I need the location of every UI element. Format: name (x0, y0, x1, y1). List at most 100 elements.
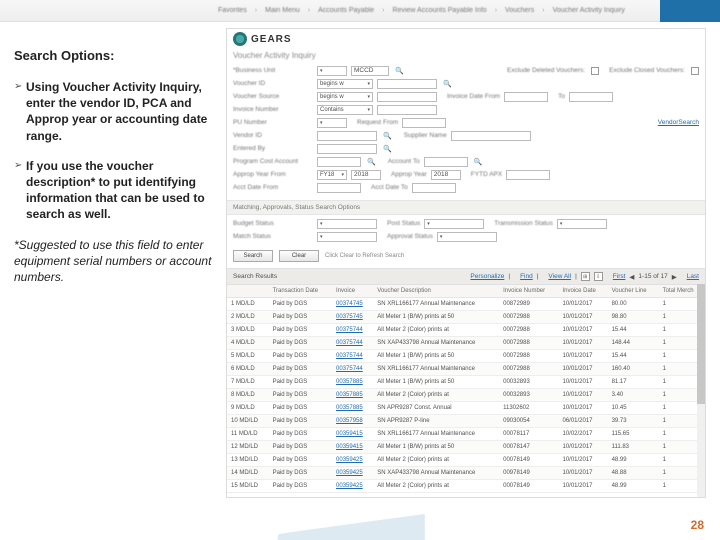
table-row[interactable]: 2 MD/LDPaid by DGS00375745All Meter 1 (B… (227, 311, 705, 324)
table-row[interactable]: 4 MD/LDPaid by DGS00375744SN XAP433798 A… (227, 337, 705, 350)
col-header[interactable]: Invoice Date (558, 285, 607, 298)
crumb[interactable]: Vouchers (505, 7, 534, 14)
business-unit-value[interactable]: MCCD (351, 66, 389, 76)
table-row[interactable]: 9 MD/LDPaid by DGS00357885SN APR9287 Con… (227, 402, 705, 415)
search-icon[interactable]: 🔍 (443, 80, 452, 88)
fytd-apx-input[interactable] (506, 170, 550, 180)
voucher-id-input[interactable] (377, 79, 437, 89)
exclude-deleted-checkbox[interactable] (591, 67, 599, 75)
table-cell: 00072988 (499, 350, 558, 363)
scroll-thumb[interactable] (697, 284, 705, 404)
table-row[interactable]: 7 MD/LDPaid by DGS00357885All Meter 1 (B… (227, 376, 705, 389)
invoice-number-op[interactable]: Contains▾ (317, 105, 373, 115)
table-cell[interactable]: 00357885 (332, 389, 373, 402)
pu-number-select[interactable]: ▾ (317, 118, 347, 128)
table-cell[interactable]: 00359425 (332, 467, 373, 480)
table-cell: 3.40 (608, 389, 659, 402)
exclude-closed-checkbox[interactable] (691, 67, 699, 75)
table-cell: SN XAP433798 Annual Maintenance (373, 467, 499, 480)
col-header[interactable]: Invoice (332, 285, 373, 298)
table-cell[interactable]: 00359415 (332, 428, 373, 441)
voucher-source-op[interactable]: begins w▾ (317, 92, 373, 102)
table-row[interactable]: 14 MD/LDPaid by DGS00359425SN XAP433798 … (227, 467, 705, 480)
transmission-status-select[interactable]: ▾ (557, 219, 607, 229)
table-cell: 10/01/2017 (558, 467, 607, 480)
crumb[interactable]: Voucher Activity Inquiry (553, 7, 625, 14)
table-cell[interactable]: 00375744 (332, 324, 373, 337)
find-link[interactable]: Find (520, 273, 533, 280)
col-header[interactable]: Voucher Line (608, 285, 659, 298)
table-row[interactable]: 5 MD/LDPaid by DGS00375744All Meter 1 (B… (227, 350, 705, 363)
last-link[interactable]: Last (687, 273, 699, 280)
search-button[interactable]: Search (233, 250, 273, 262)
post-status-select[interactable]: ▾ (424, 219, 484, 229)
export-icon[interactable]: ⇩ (594, 272, 603, 281)
table-cell[interactable]: 00357885 (332, 376, 373, 389)
label-invoice-number: Invoice Number (233, 106, 313, 113)
invoice-date-to-input[interactable] (569, 92, 613, 102)
voucher-source-input[interactable] (377, 92, 437, 102)
table-cell[interactable]: 00375744 (332, 337, 373, 350)
table-row[interactable]: 15 MD/LDPaid by DGS00359425All Meter 2 (… (227, 480, 705, 493)
crumb[interactable]: Main Menu (265, 7, 300, 14)
approp-from-select[interactable]: FY18▾ (317, 170, 347, 180)
table-row[interactable]: 1 MD/LDPaid by DGS00374745SN XRL166177 A… (227, 298, 705, 311)
table-row[interactable]: 13 MD/LDPaid by DGS00359425All Meter 2 (… (227, 454, 705, 467)
invoice-number-input[interactable] (377, 105, 437, 115)
section-matching-status[interactable]: Matching, Approvals, Status Search Optio… (227, 200, 705, 215)
search-icon[interactable]: 🔍 (383, 132, 392, 140)
vendor-search-link[interactable]: VendorSearch (658, 119, 699, 126)
col-header[interactable] (227, 285, 269, 298)
table-cell[interactable]: 00359425 (332, 480, 373, 493)
budget-status-select[interactable]: ▾ (317, 219, 377, 229)
match-status-select[interactable]: ▾ (317, 232, 377, 242)
search-icon[interactable]: 🔍 (474, 158, 483, 166)
request-from-input[interactable] (402, 118, 446, 128)
account-to-input[interactable] (424, 157, 468, 167)
approp-to-value[interactable]: 2018 (431, 170, 461, 180)
table-cell[interactable]: 00375744 (332, 350, 373, 363)
table-row[interactable]: 6 MD/LDPaid by DGS00375744SN XRL166177 A… (227, 363, 705, 376)
table-cell[interactable]: 00375744 (332, 363, 373, 376)
crumb[interactable]: Review Accounts Payable Info (393, 7, 487, 14)
supplier-name-input[interactable] (451, 131, 531, 141)
vendor-id-input[interactable] (317, 131, 377, 141)
view-all-link[interactable]: View All (548, 273, 571, 280)
crumb[interactable]: Favorites (218, 7, 247, 14)
table-cell[interactable]: 00357885 (332, 402, 373, 415)
grid-icon[interactable]: ⊞ (581, 272, 590, 281)
table-cell[interactable]: 00357958 (332, 415, 373, 428)
search-icon[interactable]: 🔍 (383, 145, 392, 153)
invoice-date-from-input[interactable] (504, 92, 548, 102)
table-row[interactable]: 3 MD/LDPaid by DGS00375744All Meter 2 (C… (227, 324, 705, 337)
business-unit-select[interactable]: ▾ (317, 66, 347, 76)
results-table: Transaction DateInvoiceVoucher Descripti… (227, 285, 705, 493)
acct-date-to-input[interactable] (412, 183, 456, 193)
col-header[interactable]: Voucher Description (373, 285, 499, 298)
table-cell[interactable]: 00359415 (332, 441, 373, 454)
entered-by-input[interactable] (317, 144, 377, 154)
crumb[interactable]: Accounts Payable (318, 7, 374, 14)
approval-status-select[interactable]: ▾ (437, 232, 497, 242)
scrollbar[interactable] (697, 284, 705, 497)
voucher-id-op[interactable]: begins w▾ (317, 79, 373, 89)
first-link[interactable]: First (613, 273, 626, 280)
clear-button[interactable]: Clear (279, 250, 319, 262)
table-row[interactable]: 12 MD/LDPaid by DGS00359415All Meter 1 (… (227, 441, 705, 454)
acct-date-from-input[interactable] (317, 183, 361, 193)
brand-name: GEARS (251, 34, 292, 45)
table-cell[interactable]: 00374745 (332, 298, 373, 311)
col-header[interactable]: Transaction Date (269, 285, 332, 298)
label-exclude-deleted: Exclude Deleted Vouchers: (507, 67, 585, 74)
search-icon[interactable]: 🔍 (367, 158, 376, 166)
table-cell[interactable]: 00375745 (332, 311, 373, 324)
approp-from-value[interactable]: 2018 (351, 170, 381, 180)
table-cell[interactable]: 00359425 (332, 454, 373, 467)
table-row[interactable]: 11 MD/LDPaid by DGS00359415SN XRL166177 … (227, 428, 705, 441)
col-header[interactable]: Invoice Number (499, 285, 558, 298)
pca-input[interactable] (317, 157, 361, 167)
table-row[interactable]: 8 MD/LDPaid by DGS00357885All Meter 2 (C… (227, 389, 705, 402)
search-icon[interactable]: 🔍 (395, 67, 404, 75)
table-row[interactable]: 10 MD/LDPaid by DGS00357958SN APR9287 P-… (227, 415, 705, 428)
personalize-link[interactable]: Personalize (470, 273, 504, 280)
